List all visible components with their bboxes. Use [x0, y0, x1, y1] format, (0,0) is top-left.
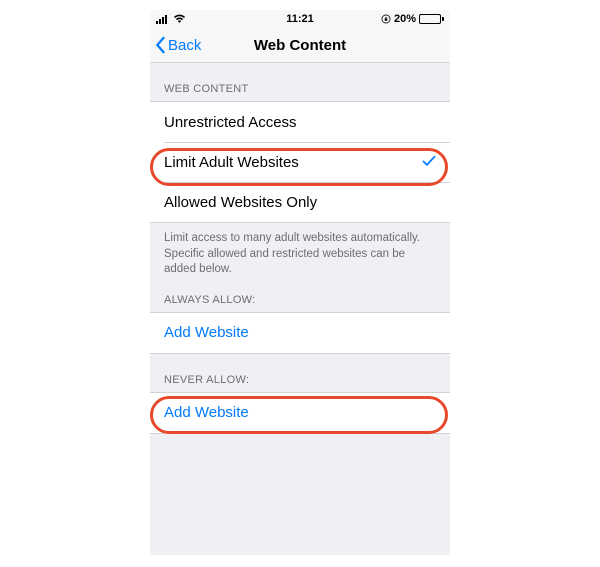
option-label: Allowed Websites Only	[164, 194, 317, 211]
add-website-always-allow[interactable]: Add Website	[150, 313, 450, 353]
page-title: Web Content	[254, 37, 346, 54]
battery-icon	[419, 14, 444, 24]
option-allowed-websites-only[interactable]: Allowed Websites Only	[164, 182, 450, 222]
section-header-never-allow: NEVER ALLOW:	[150, 354, 450, 392]
never-allow-group: Add Website	[150, 392, 450, 434]
phone-screen: 11:21 20% Back Web Content WEB CONTENT U…	[150, 10, 450, 555]
add-website-never-allow[interactable]: Add Website	[150, 393, 450, 433]
option-label: Unrestricted Access	[164, 114, 297, 131]
status-bar: 11:21 20%	[150, 10, 450, 28]
add-website-label: Add Website	[164, 404, 249, 421]
option-label: Limit Adult Websites	[164, 154, 299, 171]
back-button[interactable]: Back	[154, 36, 201, 54]
wifi-icon	[173, 14, 186, 24]
always-allow-group: Add Website	[150, 312, 450, 354]
cellular-signal-icon	[156, 14, 167, 24]
option-unrestricted-access[interactable]: Unrestricted Access	[150, 102, 450, 142]
navigation-bar: Back Web Content	[150, 28, 450, 63]
section-header-always-allow: ALWAYS ALLOW:	[150, 284, 450, 312]
chevron-left-icon	[154, 36, 166, 54]
status-time: 11:21	[286, 13, 314, 25]
orientation-lock-icon	[381, 14, 391, 24]
section-header-web-content: WEB CONTENT	[150, 63, 450, 101]
back-label: Back	[168, 37, 201, 54]
add-website-label: Add Website	[164, 324, 249, 341]
checkmark-icon	[422, 154, 436, 171]
option-limit-adult-websites[interactable]: Limit Adult Websites	[164, 142, 450, 182]
section-footer-text: Limit access to many adult websites auto…	[150, 223, 450, 284]
web-content-options: Unrestricted Access Limit Adult Websites…	[150, 101, 450, 223]
battery-percent: 20%	[394, 13, 416, 25]
